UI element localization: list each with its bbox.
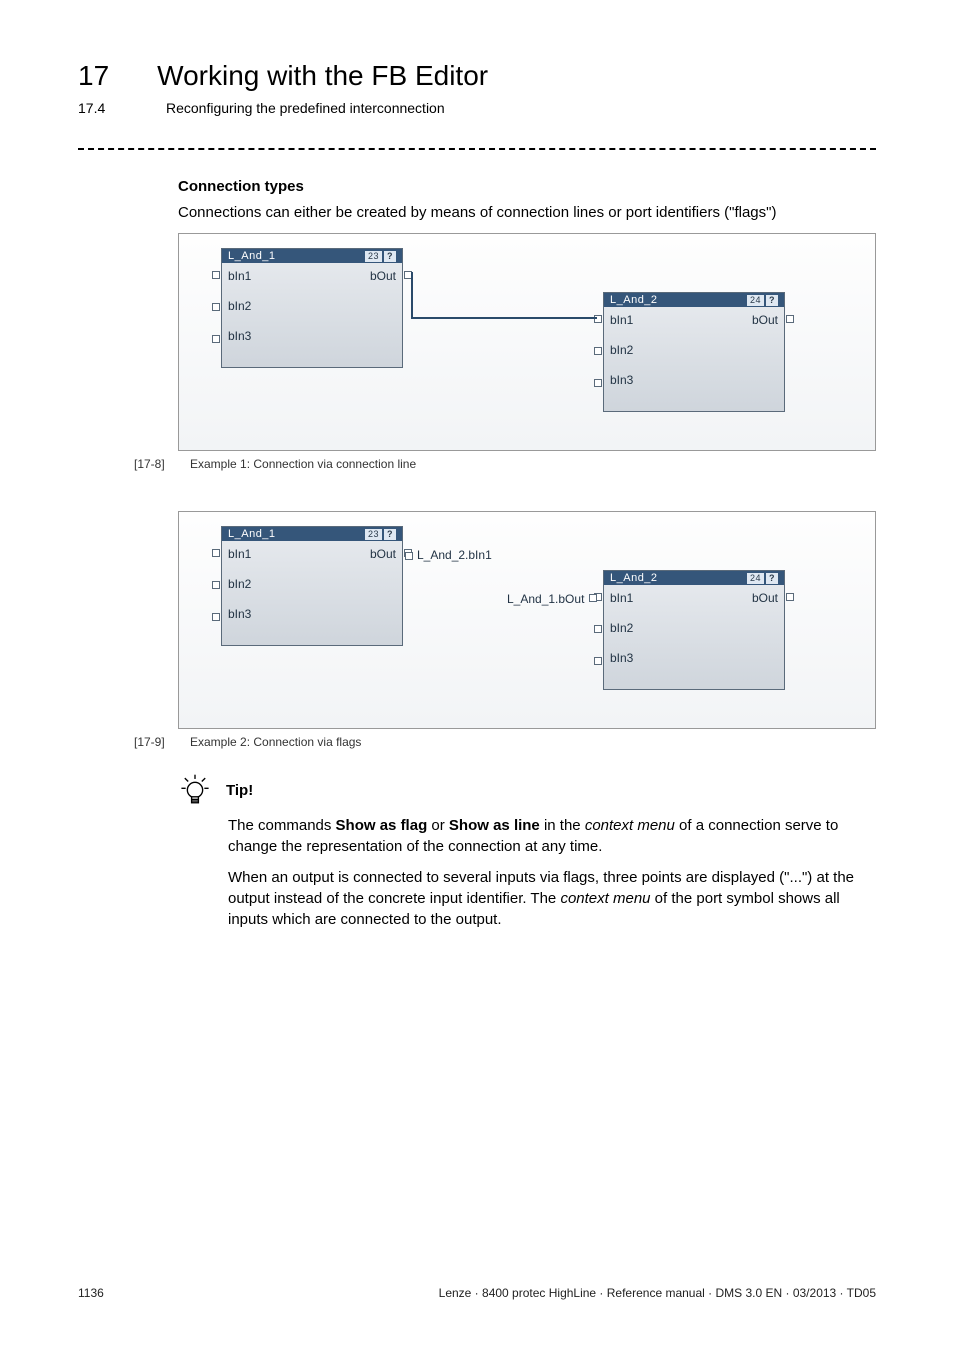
- port-stub: [212, 271, 220, 279]
- block-index: 24: [747, 295, 764, 306]
- figure-1: L_And_1 23 ? bIn1 bOut bIn2 bIn3: [178, 233, 876, 451]
- port-label: bIn2: [610, 343, 633, 357]
- block-index: 23: [365, 529, 382, 540]
- port-stub: [786, 315, 794, 323]
- block-index: 24: [747, 573, 764, 584]
- flag-port: [589, 594, 597, 602]
- port-label: bIn2: [610, 621, 633, 635]
- connection-line: [411, 317, 597, 319]
- fb-block-land2: L_And_2 24 ? bIn1 bOut bIn2 bIn3: [603, 292, 785, 412]
- tip-text: The commands: [228, 817, 336, 834]
- flag-out-label: L_And_2.bIn1: [417, 548, 492, 562]
- tip-label: Tip!: [226, 782, 253, 799]
- fb-block-land2: L_And_2 24 ? bIn1 bOut bIn2 bIn3: [603, 570, 785, 690]
- tip-text: context menu: [560, 890, 650, 907]
- figure-caption-text: Example 2: Connection via flags: [190, 735, 361, 749]
- connection-types-heading: Connection types: [178, 178, 876, 195]
- port-label: bIn1: [228, 547, 251, 561]
- port-label: bOut: [752, 313, 778, 327]
- tip-text: in the: [540, 817, 585, 834]
- section-title: Reconfiguring the predefined interconnec…: [166, 100, 445, 116]
- connection-line: [411, 272, 413, 318]
- help-icon: ?: [766, 573, 778, 584]
- footer-info: Lenze · 8400 protec HighLine · Reference…: [439, 1286, 876, 1300]
- block-title: L_And_2: [610, 294, 658, 306]
- separator-line: [78, 148, 876, 150]
- flag-in-label: L_And_1.bOut: [507, 592, 584, 606]
- tip-text: Show as flag: [336, 817, 428, 834]
- figure-2: L_And_1 23 ? bIn1 bOut bIn2 bIn3: [178, 511, 876, 729]
- help-icon: ?: [766, 295, 778, 306]
- port-stub: [786, 593, 794, 601]
- port-stub: [212, 303, 220, 311]
- flag-port: [405, 552, 413, 560]
- port-label: bOut: [370, 269, 396, 283]
- port-stub: [594, 657, 602, 665]
- port-label: bIn2: [228, 299, 251, 313]
- port-label: bIn3: [228, 329, 251, 343]
- tip-text: context menu: [585, 817, 675, 834]
- chapter-number: 17: [78, 60, 109, 92]
- help-icon: ?: [384, 529, 396, 540]
- page-number: 1136: [78, 1286, 104, 1300]
- chapter-title: Working with the FB Editor: [157, 60, 488, 92]
- block-title: L_And_2: [610, 572, 658, 584]
- figure-caption-num: [17-9]: [134, 735, 178, 749]
- lightbulb-icon: [178, 773, 212, 807]
- block-title: L_And_1: [228, 528, 276, 540]
- port-stub: [212, 613, 220, 621]
- block-title: L_And_1: [228, 250, 276, 262]
- intro-text: Connections can either be created by mea…: [178, 203, 876, 223]
- tip-text: or: [427, 817, 449, 834]
- port-label: bOut: [370, 547, 396, 561]
- block-index: 23: [365, 251, 382, 262]
- port-stub: [212, 335, 220, 343]
- port-label: bIn1: [610, 591, 633, 605]
- port-label: bIn3: [610, 373, 633, 387]
- port-label: bIn3: [228, 607, 251, 621]
- section-number: 17.4: [78, 100, 118, 116]
- port-label: bIn3: [610, 651, 633, 665]
- figure-caption-text: Example 1: Connection via connection lin…: [190, 457, 416, 471]
- port-stub: [594, 625, 602, 633]
- tip-text: Show as line: [449, 817, 540, 834]
- tip-body: The commands Show as flag or Show as lin…: [228, 815, 876, 930]
- port-stub: [594, 347, 602, 355]
- port-label: bIn1: [610, 313, 633, 327]
- figure-caption-num: [17-8]: [134, 457, 178, 471]
- help-icon: ?: [384, 251, 396, 262]
- port-stub: [212, 549, 220, 557]
- port-stub: [212, 581, 220, 589]
- port-label: bIn2: [228, 577, 251, 591]
- fb-block-land1: L_And_1 23 ? bIn1 bOut bIn2 bIn3: [221, 526, 403, 646]
- fb-block-land1: L_And_1 23 ? bIn1 bOut bIn2 bIn3: [221, 248, 403, 368]
- port-label: bIn1: [228, 269, 251, 283]
- port-label: bOut: [752, 591, 778, 605]
- port-stub: [594, 379, 602, 387]
